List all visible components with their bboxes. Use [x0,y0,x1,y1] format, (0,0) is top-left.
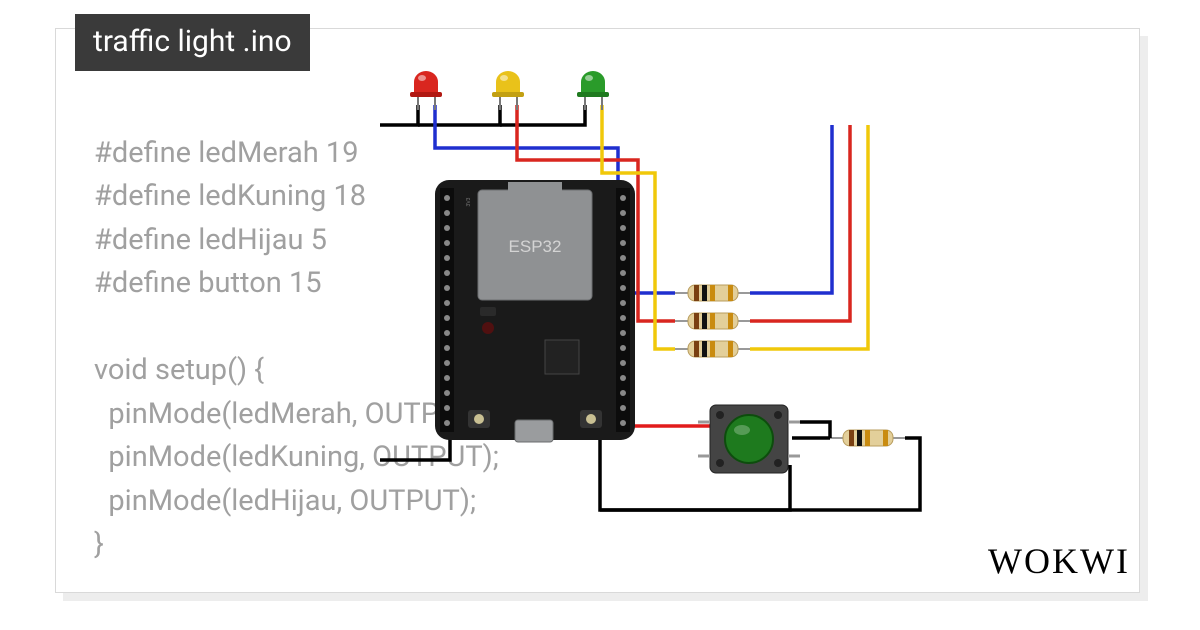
mcu-label: ESP32 [509,237,562,256]
brand-label: WOKWI [988,540,1130,582]
wire-black [500,105,585,125]
code-line: #define ledHijau 5 [94,223,327,257]
led-yellow [492,71,524,110]
led-red [410,71,442,110]
code-line: #define button 15 [94,266,322,300]
wire-blue-return [750,125,832,293]
code-line: #define ledMerah 19 [94,136,359,170]
svg-text:3V3: 3V3 [466,197,472,206]
led-green [577,71,609,110]
code-line: #define ledKuning 18 [94,179,366,213]
esp32-board: ESP32 3V3 [435,180,635,442]
push-button[interactable] [698,405,800,473]
code-line: } [94,527,104,561]
wire-black [418,105,500,125]
wire-black [800,422,830,438]
resistor-1 [675,285,750,301]
circuit-diagram: ESP32 3V3 [380,70,960,560]
wire-red-power [627,380,710,426]
resistor-3 [675,341,750,357]
code-line: void setup() { [94,353,264,387]
file-title: traffic light .ino [93,24,292,59]
circuit-svg: ESP32 3V3 [380,70,960,560]
resistor-4 [830,430,905,446]
resistor-2 [675,313,750,329]
file-title-tab: traffic light .ino [75,14,310,71]
